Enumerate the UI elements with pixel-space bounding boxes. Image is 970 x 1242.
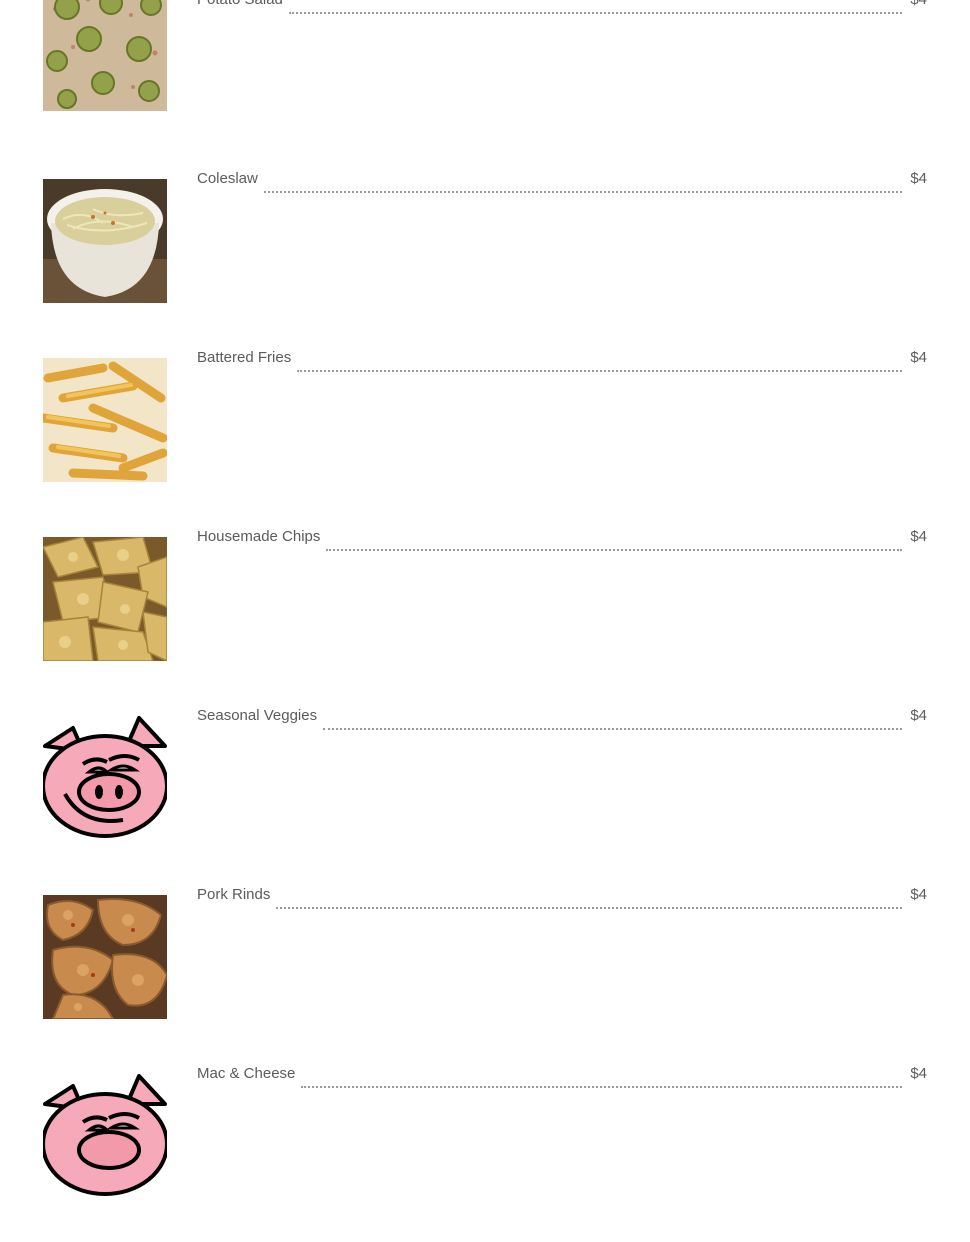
pork-rinds-image[interactable]: [43, 895, 167, 1019]
coleslaw-image[interactable]: [43, 179, 167, 303]
item-price: $4: [910, 349, 927, 366]
item-price: $4: [910, 707, 927, 724]
pickles-image[interactable]: [43, 0, 167, 111]
chips-image[interactable]: [43, 537, 167, 661]
dotted-leader: [326, 529, 903, 551]
item-name: Seasonal Veggies: [197, 707, 318, 724]
list-item[interactable]: Housemade Chips $4: [0, 526, 970, 705]
item-name: Potato Salad: [197, 0, 289, 10]
item-name: Mac & Cheese: [197, 1065, 296, 1082]
list-item[interactable]: Seasonal Veggies $4: [0, 705, 970, 884]
item-name: Battered Fries: [197, 349, 292, 366]
list-item[interactable]: Pork Rinds $4: [0, 884, 970, 1063]
fries-image[interactable]: [43, 358, 167, 482]
dotted-leader: [301, 1066, 903, 1088]
item-price: $4: [910, 170, 927, 187]
pig-logo-image[interactable]: [43, 716, 167, 840]
pig-logo-image[interactable]: [43, 1074, 167, 1198]
item-price: $4: [910, 1065, 927, 1082]
list-item[interactable]: Potato Salad $4: [0, 0, 970, 168]
item-name: Housemade Chips: [197, 528, 321, 545]
list-item[interactable]: Battered Fries $4: [0, 347, 970, 526]
dotted-leader: [263, 171, 903, 193]
item-price: $4: [910, 886, 927, 903]
list-item[interactable]: Coleslaw $4: [0, 168, 970, 347]
dotted-leader: [276, 887, 903, 909]
dotted-leader: [323, 708, 903, 730]
item-price: $4: [910, 528, 927, 545]
item-name: Pork Rinds: [197, 886, 271, 903]
item-price: $4: [910, 0, 927, 10]
dotted-leader: [297, 350, 903, 372]
list-item[interactable]: Mac & Cheese $4: [0, 1063, 970, 1242]
dotted-leader: [288, 0, 903, 14]
item-name: Coleslaw: [197, 170, 258, 187]
